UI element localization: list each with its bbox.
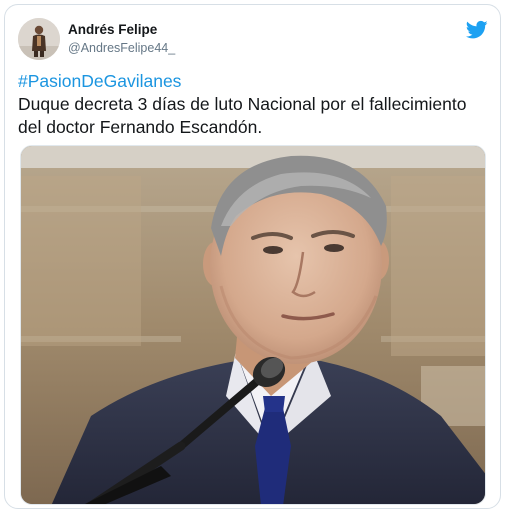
tweet-text: #PasionDeGavilanes Duque decreta 3 días … xyxy=(18,70,488,139)
tweet-card[interactable]: Andrés Felipe @AndresFelipe44_ #PasionDe… xyxy=(4,4,501,509)
tweet-text-line-2: del doctor Fernando Escandón. xyxy=(18,117,263,137)
avatar[interactable] xyxy=(18,18,60,60)
tweet-header: Andrés Felipe @AndresFelipe44_ xyxy=(18,17,488,61)
display-name[interactable]: Andrés Felipe xyxy=(68,22,175,38)
user-names: Andrés Felipe @AndresFelipe44_ xyxy=(68,22,175,56)
avatar-image xyxy=(18,18,60,60)
hashtag-link[interactable]: #PasionDeGavilanes xyxy=(18,70,488,93)
tweet-media[interactable] xyxy=(20,145,486,505)
media-image xyxy=(21,146,485,504)
user-handle[interactable]: @AndresFelipe44_ xyxy=(68,40,175,56)
tweet-text-line-1: Duque decreta 3 días de luto Nacional po… xyxy=(18,94,467,114)
twitter-bird-icon[interactable] xyxy=(465,20,488,40)
